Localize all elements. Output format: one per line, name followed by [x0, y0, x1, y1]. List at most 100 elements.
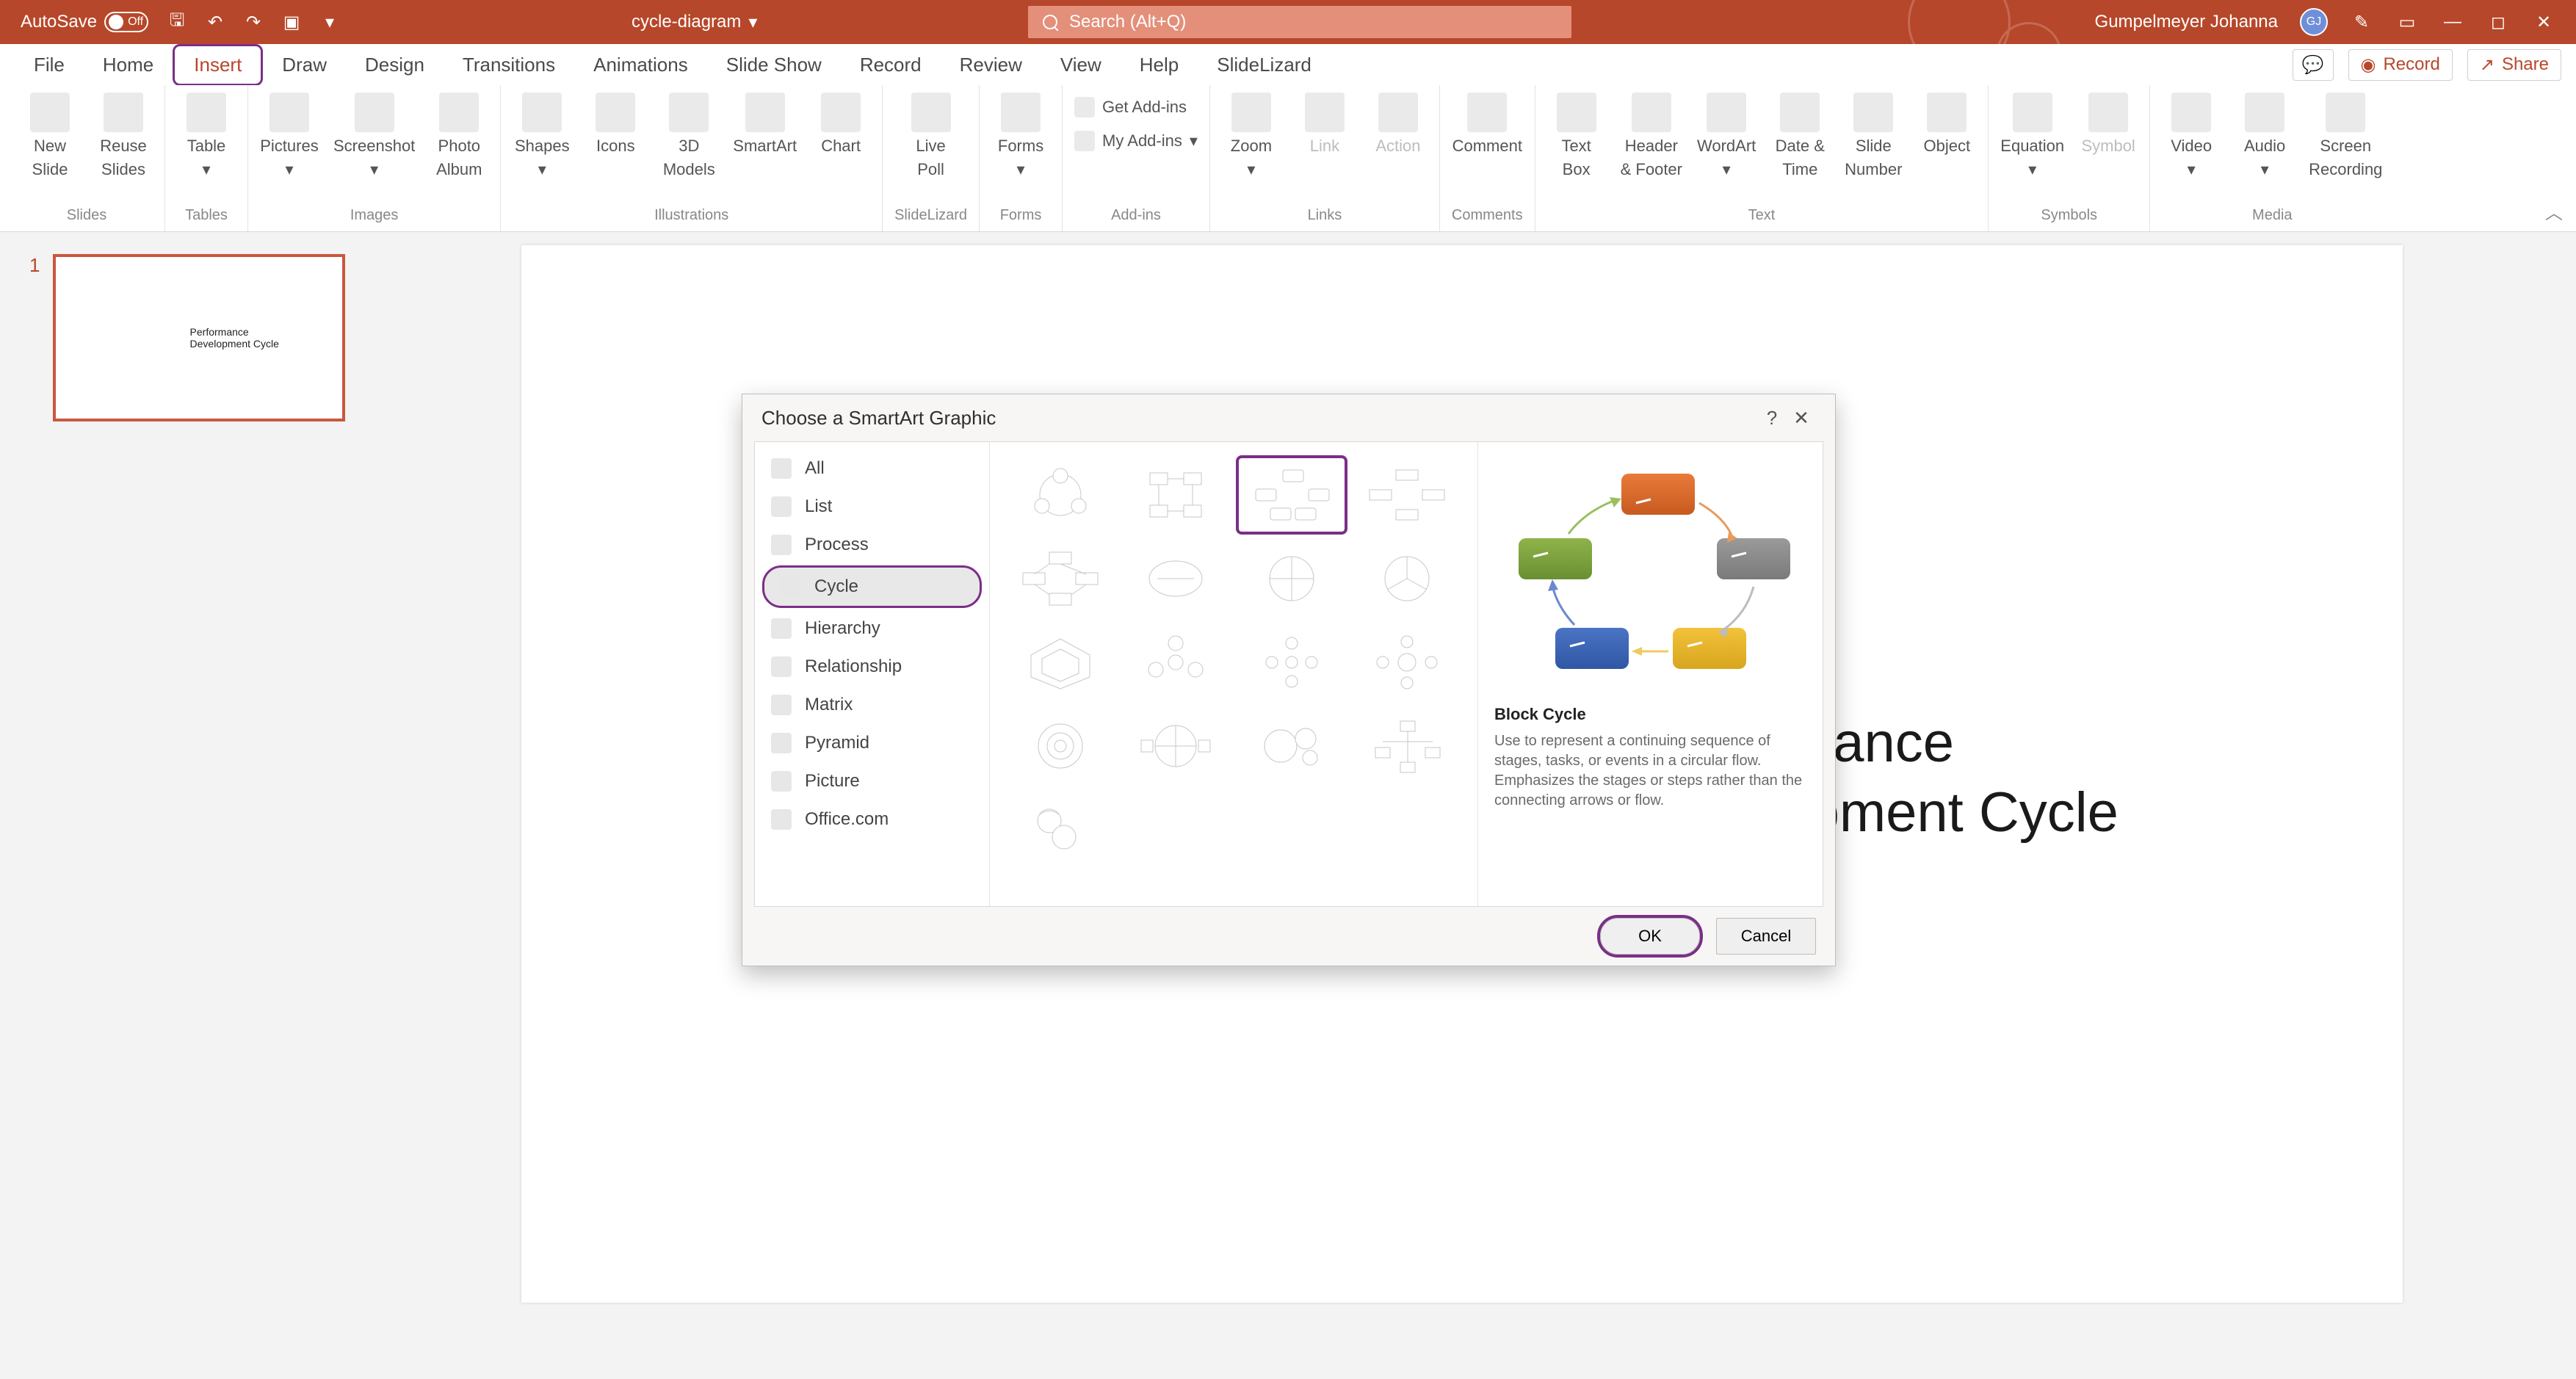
thumbnail-item[interactable]: 1 Performance Development Cycle: [29, 254, 345, 421]
tab-home[interactable]: Home: [84, 46, 173, 84]
video-button[interactable]: Video▾: [2162, 93, 2221, 179]
lbl: Zoom: [1231, 137, 1272, 156]
gallery-item[interactable]: [1005, 790, 1116, 869]
category-hierarchy[interactable]: Hierarchy: [755, 609, 989, 648]
toggle-switch[interactable]: Off: [104, 12, 148, 32]
quick-access-toolbar: AutoSave Off 🖫 ↶ ↷ ▣ ▾: [0, 12, 339, 32]
category-icon: [771, 656, 792, 677]
chart-button[interactable]: Chart: [811, 93, 870, 156]
tab-slideshow[interactable]: Slide Show: [707, 46, 841, 84]
ok-button[interactable]: OK: [1600, 918, 1700, 955]
category-picture[interactable]: Picture: [755, 762, 989, 800]
category-pyramid[interactable]: Pyramid: [755, 724, 989, 762]
record-button[interactable]: ◉ Record: [2348, 49, 2453, 81]
autosave-toggle[interactable]: AutoSave Off: [21, 12, 148, 32]
pictures-button[interactable]: Pictures▾: [260, 93, 319, 179]
slide-number-button[interactable]: SlideNumber: [1844, 93, 1903, 179]
date-time-button[interactable]: Date &Time: [1770, 93, 1829, 179]
category-icon: [771, 733, 792, 753]
tab-view[interactable]: View: [1041, 46, 1121, 84]
zoom-button[interactable]: Zoom▾: [1222, 93, 1281, 179]
gallery-item[interactable]: [1352, 455, 1464, 535]
redo-icon[interactable]: ↷: [244, 12, 263, 32]
search-box[interactable]: Search (Alt+Q): [1028, 6, 1571, 38]
audio-button[interactable]: Audio▾: [2235, 93, 2294, 179]
comments-button[interactable]: 💬: [2293, 49, 2334, 81]
gallery-item[interactable]: [1121, 455, 1232, 535]
text-box-button[interactable]: TextBox: [1547, 93, 1606, 179]
tab-insert[interactable]: Insert: [173, 44, 263, 86]
document-title[interactable]: cycle-diagram ▾: [632, 12, 757, 33]
equation-button[interactable]: Equation▾: [2000, 93, 2064, 179]
screenshot-button[interactable]: Screenshot▾: [333, 93, 415, 179]
maximize-icon[interactable]: ◻: [2486, 10, 2510, 34]
save-icon[interactable]: 🖫: [167, 12, 187, 32]
smartart-button[interactable]: SmartArt: [733, 93, 797, 156]
category-officecom[interactable]: Office.com: [755, 800, 989, 839]
gallery-item[interactable]: [1005, 539, 1116, 618]
qat-customize-icon[interactable]: ▾: [320, 12, 339, 32]
pen-icon[interactable]: ✎: [2350, 10, 2373, 34]
gallery-item[interactable]: [1121, 539, 1232, 618]
gallery-item[interactable]: [1121, 706, 1232, 786]
help-icon[interactable]: ?: [1757, 403, 1787, 432]
shapes-button[interactable]: Shapes▾: [513, 93, 571, 179]
tab-record[interactable]: Record: [841, 46, 941, 84]
chevron-down-icon: ▾: [370, 160, 378, 179]
screen-recording-button[interactable]: ScreenRecording: [2309, 93, 2382, 179]
get-addins-button[interactable]: Get Add-ins: [1074, 93, 1198, 122]
gallery-item[interactable]: [1005, 623, 1116, 702]
lbl: Box: [1563, 160, 1591, 179]
gallery-item[interactable]: [1005, 706, 1116, 786]
my-addins-button[interactable]: My Add-ins ▾: [1074, 126, 1198, 156]
category-list-item[interactable]: List: [755, 488, 989, 526]
tab-file[interactable]: File: [15, 46, 84, 84]
present-icon[interactable]: ▣: [282, 12, 301, 32]
undo-icon[interactable]: ↶: [206, 12, 225, 32]
tab-review[interactable]: Review: [941, 46, 1041, 84]
wordart-button[interactable]: WordArt▾: [1697, 93, 1756, 179]
3d-models-button[interactable]: 3DModels: [659, 93, 718, 179]
category-all[interactable]: All: [755, 449, 989, 488]
tab-help[interactable]: Help: [1121, 46, 1198, 84]
category-cycle[interactable]: Cycle: [762, 565, 982, 608]
new-slide-button[interactable]: NewSlide: [21, 93, 79, 179]
object-button[interactable]: Object: [1917, 93, 1976, 156]
close-icon[interactable]: ✕: [1787, 403, 1816, 432]
live-poll-button[interactable]: LivePoll: [902, 93, 960, 179]
icons-button[interactable]: Icons: [586, 93, 645, 156]
forms-button[interactable]: Forms▾: [991, 93, 1050, 179]
tab-design[interactable]: Design: [346, 46, 444, 84]
gallery-item-block-cycle[interactable]: [1236, 455, 1347, 535]
tab-draw[interactable]: Draw: [263, 46, 346, 84]
category-relationship[interactable]: Relationship: [755, 648, 989, 686]
lbl: Slide: [1856, 137, 1892, 156]
table-button[interactable]: Table▾: [177, 93, 236, 179]
collapse-ribbon-icon[interactable]: ︿: [2545, 198, 2563, 224]
gallery-item[interactable]: [1236, 623, 1347, 702]
category-matrix[interactable]: Matrix: [755, 686, 989, 724]
gallery-item[interactable]: [1352, 706, 1464, 786]
ribbon-display-icon[interactable]: ▭: [2395, 10, 2419, 34]
photo-album-button[interactable]: PhotoAlbum: [430, 93, 488, 179]
gallery-item[interactable]: [1005, 455, 1116, 535]
comment-button[interactable]: Comment: [1452, 93, 1522, 156]
gallery-item[interactable]: [1352, 539, 1464, 618]
gallery-item[interactable]: [1236, 706, 1347, 786]
user-avatar[interactable]: GJ: [2300, 8, 2328, 36]
tab-transitions[interactable]: Transitions: [444, 46, 574, 84]
tab-animations[interactable]: Animations: [574, 46, 707, 84]
tab-slidelizard[interactable]: SlideLizard: [1198, 46, 1331, 84]
category-process[interactable]: Process: [755, 526, 989, 564]
slide-thumbnail[interactable]: Performance Development Cycle: [53, 254, 345, 421]
lbl: Recording: [2309, 160, 2382, 179]
reuse-slides-button[interactable]: ReuseSlides: [94, 93, 153, 179]
header-footer-button[interactable]: Header& Footer: [1621, 93, 1682, 179]
share-button[interactable]: ↗ Share: [2467, 49, 2561, 81]
close-icon[interactable]: ✕: [2532, 10, 2555, 34]
minimize-icon[interactable]: —: [2441, 10, 2464, 34]
gallery-item[interactable]: [1352, 623, 1464, 702]
cancel-button[interactable]: Cancel: [1716, 918, 1816, 955]
gallery-item[interactable]: [1236, 539, 1347, 618]
gallery-item[interactable]: [1121, 623, 1232, 702]
